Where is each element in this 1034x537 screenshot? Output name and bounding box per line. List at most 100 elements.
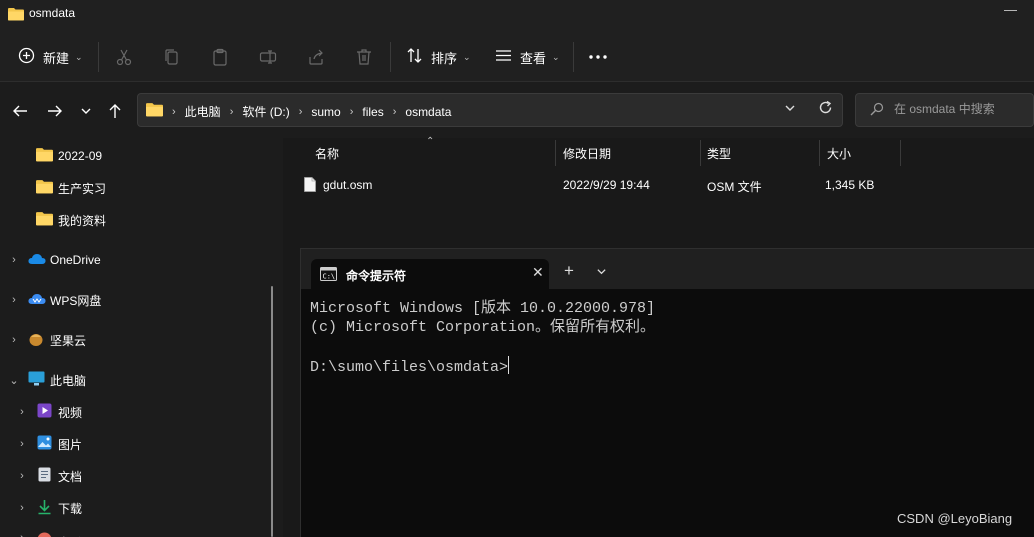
chevron-right-icon[interactable]: › [393,106,397,118]
new-button-label: 新建 [43,50,70,66]
up-arrow-icon[interactable] [104,100,126,122]
chevron-right-icon[interactable]: › [16,406,28,418]
chevron-down-icon[interactable] [596,266,607,280]
sidebar-item-label: OneDrive [50,253,101,267]
chevron-down-icon: ⌄ [463,51,471,62]
terminal-tab[interactable]: C:\ 命令提示符 ✕ [311,259,549,289]
plus-circle-icon [18,47,35,67]
column-header-name[interactable]: 名称 [315,138,339,168]
chevron-down-icon[interactable]: ⌄ [8,374,20,387]
file-icon [304,177,316,195]
file-size: 1,345 KB [825,178,875,192]
sidebar-item-onedrive[interactable]: › OneDrive [0,246,272,274]
onedrive-cloud-icon [28,253,46,268]
chevron-right-icon[interactable]: › [230,106,234,118]
chevron-right-icon: › [172,105,176,118]
delete-icon[interactable] [353,46,375,68]
search-icon [870,102,884,119]
toolbar-divider [98,42,99,72]
chevron-right-icon[interactable]: › [16,470,28,482]
terminal-prompt: D:\sumo\files\osmdata> [310,359,509,376]
cut-icon[interactable] [113,46,135,68]
chevron-right-icon[interactable]: › [16,502,28,514]
watermark: CSDN @LeyoBiang [897,511,1013,526]
terminal-output[interactable]: Microsoft Windows [版本 10.0.22000.978] (c… [310,299,655,376]
sidebar-item-nutstore[interactable]: › 坚果云 [0,326,272,354]
sidebar-item-label: 坚果云 [50,333,87,348]
folder-icon [146,102,163,120]
close-icon[interactable]: ✕ [532,264,544,281]
column-divider[interactable] [700,140,701,166]
sidebar-item-label: 图片 [58,437,83,452]
new-tab-plus-icon[interactable]: + [564,262,574,279]
breadcrumb-item[interactable]: 软件 (D:) [242,103,289,120]
share-icon[interactable] [305,46,327,68]
rename-icon[interactable] [257,46,279,68]
breadcrumb-item[interactable]: files [362,105,383,119]
file-type: OSM 文件 [707,180,762,194]
column-header-type[interactable]: 类型 [707,138,731,168]
video-icon [37,403,52,421]
sidebar-item-pictures[interactable]: › 图片 [0,430,272,458]
more-options-icon[interactable] [587,46,609,68]
new-button[interactable]: 新建 ⌄ [18,44,83,70]
address-history-chevron-icon[interactable] [784,102,796,117]
terminal-prompt-line: D:\sumo\files\osmdata> [310,356,655,376]
sidebar-item-this-pc[interactable]: ⌄ 此电脑 [0,366,272,394]
window-title: osmdata [29,6,76,20]
sidebar-item-2022-09[interactable]: 2022-09 [0,142,272,170]
file-row[interactable]: gdut.osm 2022/9/29 19:44 OSM 文件 1,345 KB [301,173,1021,197]
sidebar-item-internship[interactable]: 生产实习 [0,174,272,202]
column-divider[interactable] [819,140,820,166]
sidebar-item-label: 视频 [58,405,83,420]
picture-icon [37,435,52,453]
sort-button-label: 排序 [431,50,458,66]
sidebar-item-label: WPS网盘 [50,293,102,308]
sort-button[interactable]: 排序 ⌄ [406,44,471,70]
sidebar-item-my-files[interactable]: 我的资料 [0,206,272,234]
breadcrumb-item[interactable]: sumo [311,105,340,119]
svg-text:C:\: C:\ [323,273,336,281]
view-button[interactable]: 查看 ⌄ [495,44,560,70]
view-list-icon [495,47,512,67]
column-divider[interactable] [555,140,556,166]
chevron-right-icon[interactable]: › [350,106,354,118]
column-header-size[interactable]: 大小 [827,138,851,168]
sidebar-scrollbar[interactable] [271,286,273,537]
sidebar-item-documents[interactable]: › 文档 [0,462,272,490]
command-bar: 新建 ⌄ 排序 ⌄ 查看 ⌄ [0,32,1034,82]
recent-locations-chevron-icon[interactable] [75,100,97,122]
navigation-pane: 2022-09 生产实习 我的资料 › OneDrive › WPS网盘 › 坚… [0,138,283,537]
breadcrumb-item[interactable]: osmdata [405,105,451,119]
sidebar-item-label: 下载 [58,501,83,516]
breadcrumb-item[interactable]: 此电脑 [185,103,221,120]
search-box[interactable] [855,93,1034,127]
paste-icon[interactable] [209,46,231,68]
sidebar-item-wps-drive[interactable]: › WPS网盘 [0,286,272,314]
sidebar-item-videos[interactable]: › 视频 [0,398,272,426]
column-header-date-modified[interactable]: 修改日期 [563,138,611,168]
forward-arrow-icon[interactable] [44,100,66,122]
column-divider[interactable] [900,140,901,166]
chevron-right-icon[interactable]: › [8,334,20,346]
terminal-tab-bar: C:\ 命令提示符 ✕ + [301,249,1034,289]
sidebar-item-downloads[interactable]: › 下载 [0,494,272,522]
file-modified: 2022/9/29 19:44 [563,178,650,192]
refresh-icon[interactable] [818,100,833,119]
chevron-right-icon[interactable]: › [299,106,303,118]
view-button-label: 查看 [520,50,547,66]
toolbar-divider [573,42,574,72]
title-bar: osmdata — [0,0,1034,32]
chevron-right-icon[interactable]: › [16,438,28,450]
terminal-tab-title: 命令提示符 [346,269,407,283]
chevron-right-icon[interactable]: › [8,294,20,306]
address-bar[interactable]: › 此电脑 › 软件 (D:) › sumo › files › osmdata [137,93,843,127]
chevron-right-icon[interactable]: › [16,532,28,537]
sidebar-item-music[interactable]: › 音乐 [0,524,272,537]
search-input[interactable] [894,102,1029,116]
minimize-button[interactable]: — [1004,2,1017,17]
copy-icon[interactable] [161,46,183,68]
back-arrow-icon[interactable] [9,100,31,122]
chevron-right-icon[interactable]: › [8,254,20,266]
